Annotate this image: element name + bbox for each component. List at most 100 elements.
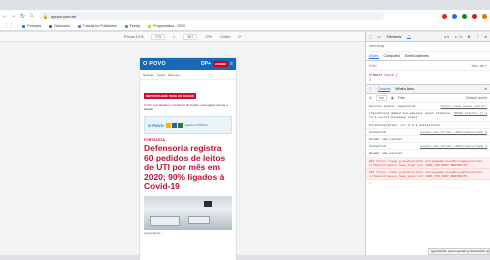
- subscribe-button[interactable]: ASSINE: [212, 61, 229, 67]
- bookmark-item[interactable]: Feedly: [124, 24, 140, 28]
- console-log-line[interactable]: Connected google_ads_iframe_/4851/opovo/h…: [366, 129, 490, 137]
- console-source-link[interactable]: google_ads_iframe_/4851/opovo/home_1: [420, 144, 487, 148]
- bookmark-item[interactable]: Tutorial for Publishers: [77, 24, 117, 28]
- device-select[interactable]: iPhone 6/7/8: [124, 35, 144, 39]
- drawer-menu-icon[interactable]: ⋮: [369, 87, 373, 91]
- console-log-line[interactable]: Sender não visível: [366, 136, 490, 144]
- mobile-page: O POVO OP+ ASSINE ≡ Notícias Ceará Espor…: [140, 58, 236, 260]
- context-select[interactable]: top: [375, 95, 387, 101]
- home-icon[interactable]: ⌂: [27, 13, 36, 19]
- styles-filter-row: Filter :hov .cls +: [366, 61, 490, 71]
- console-log-line[interactable]: Service worker registered. https://www.op…: [366, 103, 490, 111]
- bookmark-icon: [49, 24, 53, 28]
- page-viewport: iPhone 6/7/8 375 × 667 72% Online ⟳ O PO…: [0, 32, 365, 260]
- console-error-line[interactable]: GET https://www.g.doubleclick.net/pagead…: [366, 169, 490, 181]
- opplus-link[interactable]: OP+: [201, 61, 211, 67]
- console-message: Connected: [369, 129, 386, 134]
- bed-shape: [150, 215, 180, 226]
- console-source-link[interactable]: VM408 fetcher.js:1: [454, 111, 487, 119]
- console-prompt[interactable]: >: [366, 180, 490, 186]
- tab-styles[interactable]: Styles: [369, 54, 379, 59]
- styles-filter-input[interactable]: Filter: [369, 64, 377, 68]
- console-toolbar: ⊘ top ◉ Filter Default levels: [366, 94, 490, 103]
- console-message: GET https://www.g.doubleclick.net/pagead…: [369, 158, 483, 167]
- article-photo[interactable]: [144, 195, 232, 230]
- bookmark-item[interactable]: Finanças: [22, 24, 41, 28]
- close-icon[interactable]: ✕: [484, 35, 487, 39]
- address-bar[interactable]: 🔒 opovo.com.br/: [39, 12, 384, 20]
- rotate-icon[interactable]: ⟳: [238, 35, 241, 39]
- hov-cls-buttons[interactable]: :hov .cls +: [471, 64, 487, 68]
- apps-icon[interactable]: ⋮⋮: [4, 23, 14, 29]
- levels-select[interactable]: Default levels: [466, 96, 487, 100]
- console-log-line[interactable]: [Violation] Added non-passive event list…: [366, 110, 490, 122]
- tab-console[interactable]: »: [407, 34, 412, 39]
- menu-icon[interactable]: ≡: [230, 61, 233, 67]
- subnav-item[interactable]: Esportes: [168, 73, 180, 77]
- extension-icon[interactable]: [472, 13, 477, 19]
- network-select[interactable]: Online: [220, 35, 230, 39]
- error-count[interactable]: ● 6: [444, 35, 449, 39]
- tab-drawer-console[interactable]: Console: [377, 87, 391, 92]
- console-message: PureIntegration: ver 2.3.3 initialized: [369, 122, 440, 127]
- site-logo[interactable]: O POVO: [143, 61, 166, 67]
- zoom-select[interactable]: 72%: [205, 35, 212, 39]
- subnav-item[interactable]: Notícias: [143, 73, 154, 77]
- tab-event-listeners[interactable]: Event Listeners: [405, 54, 429, 58]
- bookmark-label: Tutorial for Publishers: [82, 24, 117, 28]
- bookmark-label: Finanças: [27, 24, 42, 28]
- styles-tabs: Styles Computed Event Listeners: [366, 52, 490, 61]
- devtools-panel: ⬚ ▭ Elements » ● 6 ▲ 16 ⚙ ⋮ ✕ html body …: [365, 32, 490, 255]
- console-source-link[interactable]: google_ads_iframe_/4851/opovo/home_0: [420, 130, 487, 134]
- tab-computed[interactable]: Computed: [384, 54, 400, 58]
- element-style-close: }: [369, 77, 371, 81]
- bookmark-icon: [148, 24, 152, 28]
- console-log-line[interactable]: Connected google_ads_iframe_/4851/opovo/h…: [366, 143, 490, 151]
- console-error-line[interactable]: GET https://www.g.doubleclick.net/pagead…: [366, 157, 490, 170]
- bookmark-icon: [22, 24, 25, 28]
- extension-icon[interactable]: [462, 13, 467, 19]
- console-log-line[interactable]: PureIntegration: ver 2.3.3 initialized: [366, 122, 490, 129]
- back-icon[interactable]: ←: [0, 13, 9, 19]
- forward-icon[interactable]: →: [9, 13, 18, 19]
- monitor-shape: [204, 200, 212, 207]
- inspect-icon[interactable]: ⬚: [369, 35, 372, 39]
- console-source-link[interactable]: https://www.opovo.com.br/: [441, 104, 487, 108]
- bookmark-item[interactable]: Programática - 2020: [148, 24, 185, 28]
- article-headline[interactable]: Defensoria registra 60 pedidos de leitos…: [144, 143, 232, 192]
- site-header: O POVO OP+ ASSINE ≡: [140, 58, 236, 70]
- promo-banner[interactable]: O POVO Assine O POVO+: [144, 116, 232, 134]
- console-message: Connected: [369, 144, 386, 149]
- eye-icon[interactable]: ◉: [391, 96, 394, 100]
- drawer-close-icon[interactable]: ✕: [484, 87, 487, 91]
- report-teaser[interactable]: REPORTAGEM: PESE OS DADOS O "fio" que li…: [140, 80, 236, 113]
- dom-breadcrumb[interactable]: html body: [366, 42, 490, 52]
- banner-logo: O POVO: [148, 122, 164, 128]
- subnav-item[interactable]: Ceará: [157, 73, 165, 77]
- banner-graphics: [165, 122, 183, 128]
- status-bar: aguardando securepubads.g.doubleclick.ne…: [428, 248, 490, 255]
- tab-elements[interactable]: Elements: [386, 35, 403, 39]
- element-style-block[interactable]: element.style { }: [366, 71, 490, 85]
- clear-console-icon[interactable]: ⊘: [369, 96, 372, 100]
- height-field[interactable]: 667: [183, 33, 198, 40]
- extension-icon[interactable]: [442, 13, 447, 19]
- extension-icon[interactable]: [452, 13, 457, 19]
- device-toggle-icon[interactable]: ▭: [377, 35, 380, 39]
- reload-icon[interactable]: ↻: [18, 13, 27, 20]
- section-label[interactable]: FORTALEZA: [144, 138, 232, 142]
- console-log-line[interactable]: Sender não visível: [366, 150, 490, 158]
- lock-icon[interactable]: 🔒: [43, 14, 48, 19]
- width-field[interactable]: 375: [151, 33, 166, 40]
- browser-toolbar: ← → ↻ ⌂ 🔒 opovo.com.br/: [0, 10, 490, 22]
- console-message: [Violation] Added non-passive event list…: [369, 111, 451, 120]
- tab-strip: [0, 0, 490, 10]
- console-filter-input[interactable]: Filter: [398, 96, 406, 100]
- tab-whats-new[interactable]: What's New: [395, 87, 414, 91]
- more-icon[interactable]: ⋮: [476, 35, 480, 39]
- bookmarks-bar: ⋮⋮ Finanças Dicionário Tutorial for Publ…: [0, 22, 490, 31]
- avatar[interactable]: [482, 13, 487, 19]
- settings-icon[interactable]: ⚙: [467, 35, 470, 39]
- bookmark-item[interactable]: Dicionário: [49, 24, 70, 28]
- warning-count[interactable]: ▲ 16: [454, 35, 462, 39]
